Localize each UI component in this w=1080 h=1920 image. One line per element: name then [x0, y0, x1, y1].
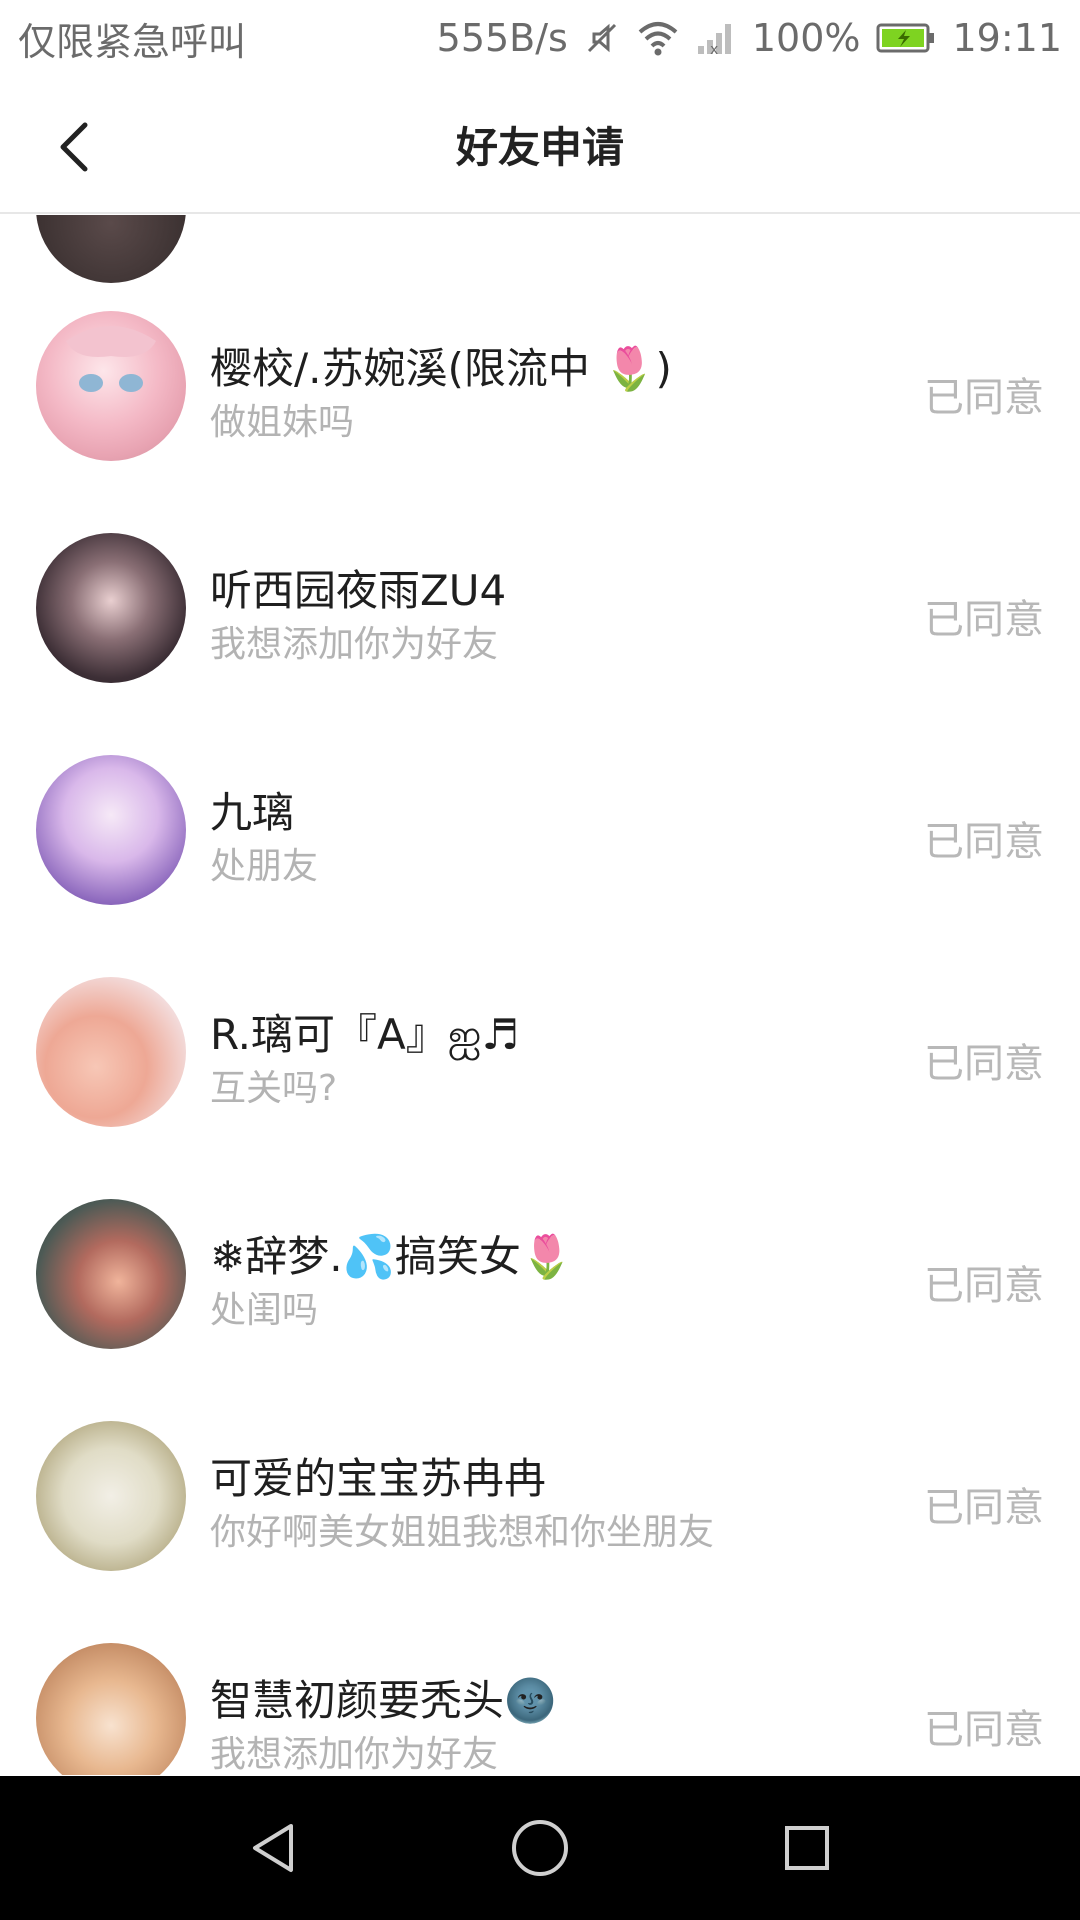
request-name: 樱校/.苏婉溪(限流中 🌷): [210, 344, 672, 393]
request-status: 已同意: [924, 819, 1044, 865]
request-name: R.璃可『A』ஐ♬: [210, 1010, 520, 1059]
screen: 仅限紧急呼叫 555B/s x 100% 19:11 好友申请 樱校/.苏婉溪(…: [0, 0, 1080, 1920]
carrier-text: 仅限紧急呼叫: [18, 19, 247, 64]
svg-text:x: x: [710, 42, 718, 56]
request-name: ❄辞梦.💦搞笑女🌷: [210, 1232, 574, 1281]
request-name: 可爱的宝宝苏冉冉: [210, 1454, 547, 1503]
status-bar: 仅限紧急呼叫 555B/s x 100% 19:11: [0, 0, 1080, 76]
request-name: 九璃: [210, 788, 295, 837]
list-item[interactable]: R.璃可『A』ஐ♬ 互关吗? 已同意: [0, 941, 1080, 1163]
status-icons: 555B/s x 100% 19:11: [437, 16, 1062, 60]
avatar: [36, 533, 186, 683]
avatar: [36, 1421, 186, 1571]
avatar: [36, 755, 186, 905]
nav-back-button[interactable]: [233, 1808, 313, 1888]
request-message: 互关吗?: [210, 1068, 338, 1109]
nav-home-button[interactable]: [500, 1808, 580, 1888]
request-status: 已同意: [924, 1263, 1044, 1309]
system-nav-bar: [0, 1776, 1080, 1920]
request-status: 已同意: [924, 1707, 1044, 1753]
avatar: [36, 977, 186, 1127]
friend-request-list[interactable]: 樱校/.苏婉溪(限流中 🌷) 做姐妹吗 已同意 听西园夜雨ZU4 我想添加你为好…: [0, 215, 1080, 1775]
request-name: 听西园夜雨ZU4: [210, 566, 507, 615]
request-message: 我想添加你为好友: [210, 1734, 499, 1775]
clock: 19:11: [952, 16, 1062, 60]
request-message: 做姐妹吗: [210, 402, 355, 443]
signal-icon: x: [696, 20, 736, 56]
square-recents-icon: [784, 1826, 829, 1870]
mute-icon: [584, 20, 620, 56]
page-title: 好友申请: [455, 123, 624, 172]
list-item[interactable]: 智慧初颜要秃头🌚 我想添加你为好友 已同意: [0, 1607, 1080, 1775]
list-item[interactable]: 樱校/.苏婉溪(限流中 🌷) 做姐妹吗 已同意: [0, 275, 1080, 497]
request-message: 处闺吗: [210, 1290, 319, 1331]
battery-icon: [876, 21, 936, 55]
list-item[interactable]: 可爱的宝宝苏冉冉 你好啊美女姐姐我想和你坐朋友 已同意: [0, 1385, 1080, 1607]
request-message: 处朋友: [210, 846, 319, 887]
list-item[interactable]: 九璃 处朋友 已同意: [0, 719, 1080, 941]
network-speed: 555B/s: [436, 16, 568, 60]
list-item[interactable]: ❄辞梦.💦搞笑女🌷 处闺吗 已同意: [0, 1163, 1080, 1385]
request-message: 我想添加你为好友: [210, 624, 499, 665]
wifi-icon: [636, 20, 680, 56]
avatar: [36, 1199, 186, 1349]
request-message: 你好啊美女姐姐我想和你坐朋友: [210, 1512, 715, 1553]
nav-recents-button[interactable]: [767, 1808, 847, 1888]
circle-home-icon: [511, 1820, 568, 1876]
request-status: 已同意: [924, 1485, 1044, 1531]
triangle-back-icon: [253, 1824, 294, 1872]
avatar: [36, 1643, 186, 1775]
list-item[interactable]: 听西园夜雨ZU4 我想添加你为好友 已同意: [0, 497, 1080, 719]
request-status: 已同意: [924, 375, 1044, 421]
avatar: [36, 215, 186, 283]
request-status: 已同意: [924, 597, 1044, 643]
avatar: [36, 311, 186, 461]
request-name: 智慧初颜要秃头🌚: [210, 1676, 557, 1725]
battery-percent: 100%: [751, 16, 861, 60]
header: 好友申请: [0, 76, 1080, 214]
request-status: 已同意: [924, 1041, 1044, 1087]
